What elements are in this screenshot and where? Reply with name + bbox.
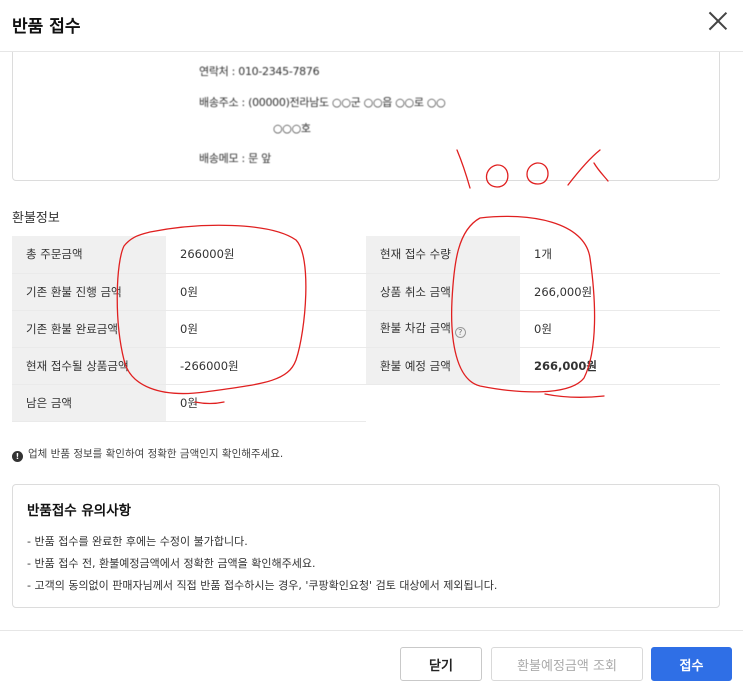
refund-query-button[interactable]: 환불예정금액 조회	[491, 647, 643, 681]
address-detail-text: ○○○호	[273, 122, 311, 135]
table-row: 총 주문금액 266000원	[12, 236, 366, 274]
close-icon[interactable]	[705, 8, 731, 34]
refund-deduction-label-text: 환불 차감 금액	[380, 320, 451, 335]
current-product-amount-value: -266000원	[166, 347, 366, 385]
prev-refund-progress-value: 0원	[166, 273, 366, 311]
prev-refund-progress-label: 기존 환불 진행 금액	[12, 273, 166, 311]
table-row: 기존 환불 진행 금액 0원	[12, 273, 366, 311]
current-product-amount-label: 현재 접수될 상품금액	[12, 347, 166, 385]
current-quantity-value: 1개	[520, 236, 720, 274]
table-row: 상품 취소 금액 266,000원	[366, 273, 720, 311]
refund-deduction-value: 0원	[520, 310, 720, 348]
table-row: 기존 환불 완료금액 0원	[12, 310, 366, 348]
total-order-amount-value: 266000원	[166, 236, 366, 274]
table-row: 현재 접수 수량 1개	[366, 236, 720, 274]
table-row: 남은 금액 0원	[12, 384, 366, 422]
modal-footer: 닫기 환불예정금액 조회 접수	[0, 630, 743, 689]
caution-item: - 반품 접수 전, 환불예정금액에서 정확한 금액을 확인해주세요.	[27, 557, 316, 570]
refund-deduction-label: 환불 차감 금액?	[366, 310, 520, 348]
help-icon[interactable]: ?	[454, 326, 466, 338]
address-card: 연락처 : 010-2345-7876 배송주소 : (00000)전라남도 ○…	[12, 52, 720, 181]
caution-box: 반품접수 유의사항 - 반품 접수를 완료한 후에는 수정이 불가합니다. - …	[12, 484, 720, 608]
table-row: 현재 접수될 상품금액 -266000원	[12, 347, 366, 385]
delivery-memo-text: 배송메모 : 문 앞	[199, 152, 271, 165]
caution-title: 반품접수 유의사항	[27, 503, 132, 519]
product-cancel-amount-value: 266,000원	[520, 273, 720, 311]
remaining-amount-value: 0원	[166, 384, 366, 422]
prev-refund-complete-value: 0원	[166, 310, 366, 348]
prev-refund-complete-label: 기존 환불 완료금액	[12, 310, 166, 348]
refund-info-left-table: 총 주문금액 266000원 기존 환불 진행 금액 0원 기존 환불 완료금액…	[12, 236, 366, 422]
refund-info-right-table: 현재 접수 수량 1개 상품 취소 금액 266,000원 환불 차감 금액? …	[366, 236, 720, 385]
table-row: 환불 예정 금액 266,000원	[366, 347, 720, 385]
caution-item: - 반품 접수를 완료한 후에는 수정이 불가합니다.	[27, 535, 248, 548]
refund-notice: ! 업체 반품 정보를 확인하여 정확한 금액인지 확인해주세요.	[12, 446, 283, 462]
current-quantity-label: 현재 접수 수량	[366, 236, 520, 274]
product-cancel-amount-label: 상품 취소 금액	[366, 273, 520, 311]
refund-info-title: 환불정보	[12, 211, 60, 226]
info-icon: !	[12, 451, 23, 462]
refund-notice-text: 업체 반품 정보를 확인하여 정확한 금액인지 확인해주세요.	[28, 448, 284, 460]
total-order-amount-label: 총 주문금액	[12, 236, 166, 274]
expected-refund-value: 266,000원	[520, 347, 720, 385]
caution-item: - 고객의 동의없이 판매자님께서 직접 반품 접수하시는 경우, '쿠팡확인요…	[27, 579, 498, 592]
modal-title: 반품 접수	[12, 17, 81, 37]
modal-header: 반품 접수	[0, 0, 743, 52]
expected-refund-label: 환불 예정 금액	[366, 347, 520, 385]
remaining-amount-label: 남은 금액	[12, 384, 166, 422]
modal-body[interactable]: 연락처 : 010-2345-7876 배송주소 : (00000)전라남도 ○…	[0, 52, 743, 630]
submit-button[interactable]: 접수	[651, 647, 732, 681]
return-receipt-modal: 반품 접수 연락처 : 010-2345-7876 배송주소 : (00000)…	[0, 0, 743, 689]
address-text: 배송주소 : (00000)전라남도 ○○군 ○○읍 ○○로 ○○	[199, 96, 446, 109]
close-button[interactable]: 닫기	[400, 647, 482, 681]
table-row: 환불 차감 금액? 0원	[366, 310, 720, 348]
contact-text: 연락처 : 010-2345-7876	[199, 65, 320, 78]
